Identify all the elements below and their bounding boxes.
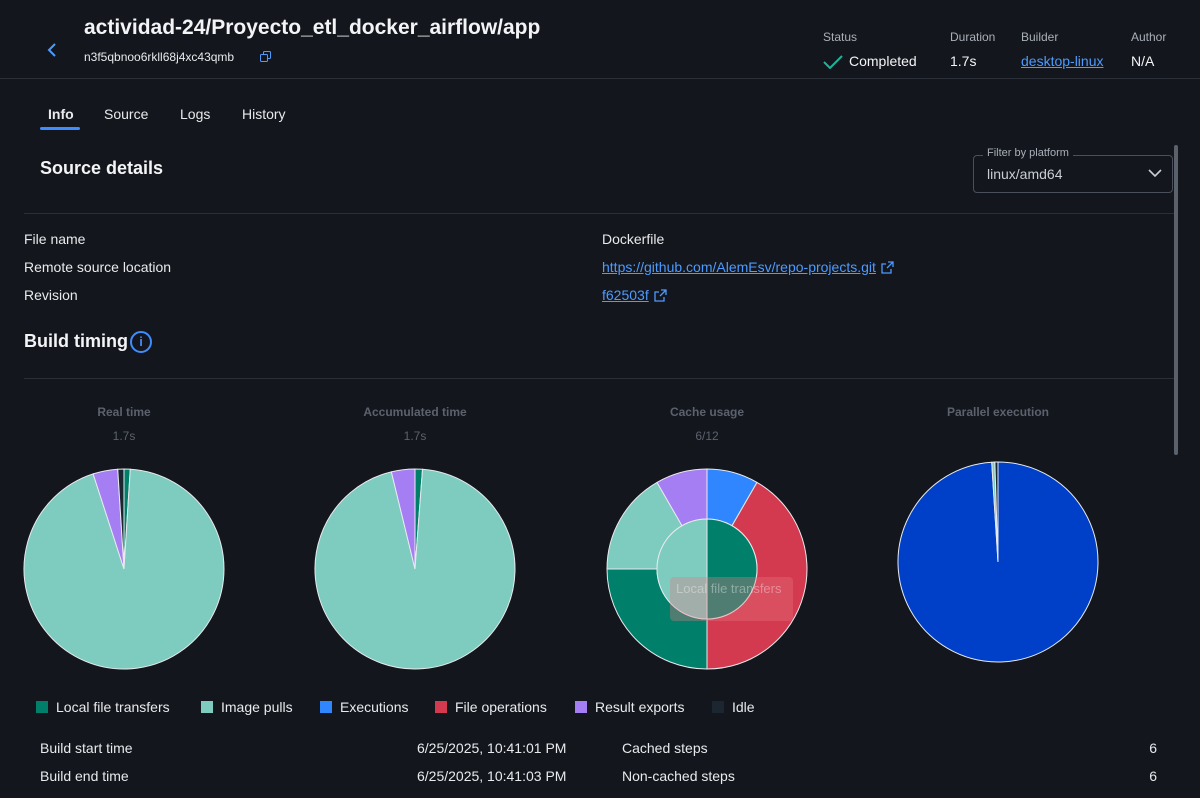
remote-source-link[interactable]: https://github.com/AlemEsv/repo-projects…	[602, 259, 876, 275]
legend-swatch	[36, 701, 48, 713]
build-end-value: 6/25/2025, 10:41:03 PM	[417, 768, 567, 784]
author-value: N/A	[1131, 53, 1155, 69]
platform-filter-value: linux/amd64	[987, 166, 1063, 182]
accumulated-time-title: Accumulated time	[363, 405, 467, 419]
duration-label: Duration	[950, 30, 996, 44]
duration-meta: Duration 1.7s	[950, 30, 995, 69]
cached-steps-value: 6	[1149, 740, 1157, 756]
build-start-value: 6/25/2025, 10:41:01 PM	[417, 740, 567, 756]
non-cached-steps-value: 6	[1149, 768, 1157, 784]
legend-label: Result exports	[595, 699, 685, 715]
build-timing-title: Build timing	[24, 331, 128, 351]
legend-swatch	[712, 701, 724, 713]
real-time-pie-chart	[23, 468, 225, 670]
chart-tooltip: Local file transfers	[670, 577, 793, 621]
chevron-down-icon	[1148, 166, 1162, 185]
parallel-execution-pie-chart	[897, 461, 1099, 663]
external-link-icon[interactable]	[654, 289, 667, 302]
status-label: Status	[823, 30, 858, 44]
remote-source-row: https://github.com/AlemEsv/repo-projects…	[602, 259, 894, 275]
legend-item[interactable]: File operations	[435, 699, 547, 715]
cached-steps-label: Cached steps	[622, 740, 708, 756]
accumulated-time-pie-chart	[314, 468, 516, 670]
copy-icon[interactable]	[260, 50, 272, 62]
divider	[24, 213, 1174, 214]
check-icon	[823, 55, 843, 70]
legend-item[interactable]: Result exports	[575, 699, 684, 715]
file-name-value: Dockerfile	[602, 231, 665, 247]
legend-swatch	[320, 701, 332, 713]
remote-source-label: Remote source location	[24, 259, 172, 275]
real-time-subtitle: 1.7s	[112, 429, 136, 443]
builder-link[interactable]: desktop-linux	[1021, 53, 1104, 69]
tab-logs[interactable]: Logs	[180, 106, 210, 122]
revision-row: f62503f	[602, 287, 667, 303]
build-header: actividad-24/Proyecto_etl_docker_airflow…	[0, 0, 1200, 79]
platform-filter-label: Filter by platform	[983, 147, 1073, 159]
author-meta: Author N/A	[1131, 30, 1166, 69]
cache-usage-donut-chart	[606, 468, 808, 670]
author-label: Author	[1131, 30, 1167, 44]
legend-item[interactable]: Executions	[320, 699, 408, 715]
legend-swatch	[201, 701, 213, 713]
build-hash: n3f5qbnoo6rkll68j4xc43qmb	[84, 50, 235, 64]
status-value-wrap: Completed	[823, 53, 917, 70]
cache-usage-title: Cache usage	[669, 405, 745, 419]
parallel-execution-title: Parallel execution	[946, 405, 1050, 419]
cache-usage-subtitle: 6/12	[695, 429, 719, 443]
info-icon[interactable]: i	[130, 331, 152, 353]
file-name-label: File name	[24, 231, 86, 247]
build-start-label: Build start time	[40, 740, 133, 756]
legend-swatch	[435, 701, 447, 713]
external-link-icon[interactable]	[881, 261, 894, 274]
platform-filter-select[interactable]: linux/amd64	[973, 155, 1173, 193]
active-tab-indicator	[40, 127, 80, 130]
tab-info[interactable]: Info	[48, 106, 74, 122]
legend-item[interactable]: Local file transfers	[36, 699, 170, 715]
builder-meta: Builder desktop-linux	[1021, 30, 1104, 69]
scrollbar[interactable]	[1174, 145, 1178, 455]
legend-label: Image pulls	[221, 699, 293, 715]
build-title: actividad-24/Proyecto_etl_docker_airflow…	[84, 16, 541, 39]
builder-label: Builder	[1021, 30, 1059, 44]
legend-label: Executions	[340, 699, 409, 715]
legend-swatch	[575, 701, 587, 713]
status-meta: Status Completed	[823, 30, 917, 70]
real-time-title: Real time	[97, 405, 151, 419]
non-cached-steps-label: Non-cached steps	[622, 768, 735, 784]
accumulated-time-subtitle: 1.7s	[403, 429, 427, 443]
divider	[24, 378, 1174, 379]
status-value: Completed	[849, 53, 917, 69]
legend-item[interactable]: Image pulls	[201, 699, 293, 715]
revision-link[interactable]: f62503f	[602, 287, 649, 303]
legend-label: Idle	[732, 699, 755, 715]
tab-source[interactable]: Source	[104, 106, 148, 122]
build-end-label: Build end time	[40, 768, 129, 784]
legend-item[interactable]: Idle	[712, 699, 755, 715]
source-details-title: Source details	[40, 158, 164, 178]
legend-label: File operations	[455, 699, 547, 715]
legend-label: Local file transfers	[56, 699, 170, 715]
duration-value: 1.7s	[950, 53, 977, 69]
tab-history[interactable]: History	[242, 106, 286, 122]
revision-label: Revision	[24, 287, 78, 303]
back-icon[interactable]	[42, 40, 62, 62]
